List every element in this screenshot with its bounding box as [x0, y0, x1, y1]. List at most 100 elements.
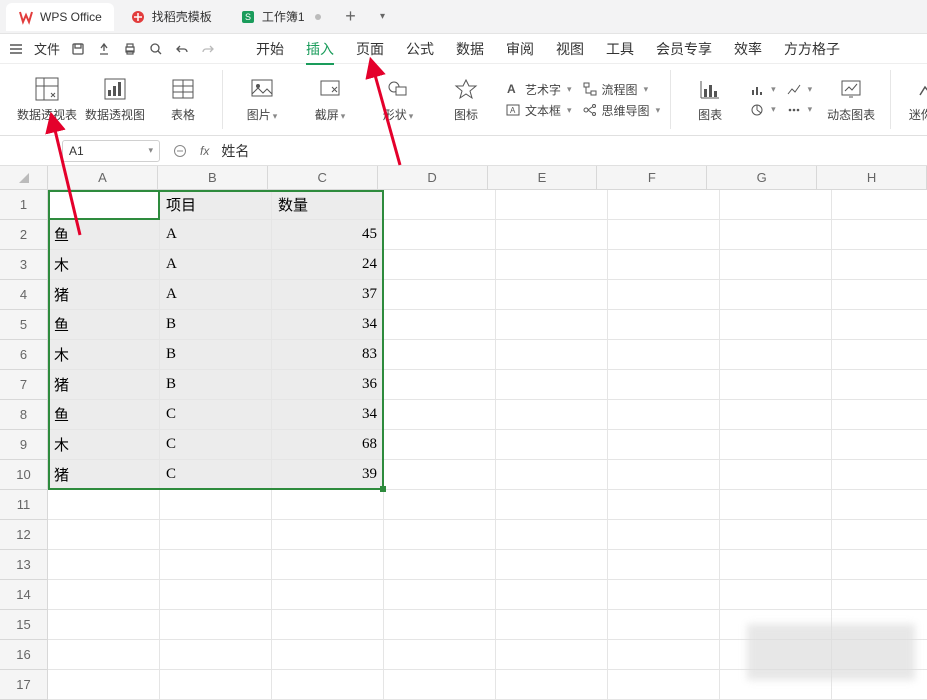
file-menu[interactable]: 文件 — [34, 39, 60, 58]
cell[interactable] — [384, 670, 496, 700]
col-header-b[interactable]: B — [158, 166, 268, 190]
cell[interactable] — [384, 280, 496, 310]
cell[interactable] — [48, 580, 160, 610]
row-header[interactable]: 9 — [0, 430, 48, 460]
cell[interactable] — [496, 340, 608, 370]
cell[interactable] — [160, 580, 272, 610]
cell[interactable] — [832, 310, 927, 340]
cell[interactable] — [496, 580, 608, 610]
cell[interactable]: 猪 — [48, 280, 160, 310]
cell[interactable] — [160, 610, 272, 640]
name-box[interactable]: A1 ▾ — [62, 140, 160, 162]
cell[interactable] — [48, 550, 160, 580]
tab-menu-button[interactable]: ▾ — [369, 3, 397, 31]
cell[interactable] — [608, 370, 720, 400]
cell[interactable] — [608, 460, 720, 490]
ribbon-tab-page[interactable]: 页面 — [356, 39, 384, 59]
cell[interactable]: A — [160, 280, 272, 310]
row-header[interactable]: 7 — [0, 370, 48, 400]
cell[interactable] — [496, 310, 608, 340]
pivot-table-button[interactable]: 数据透视表 — [18, 76, 76, 123]
cell[interactable] — [384, 400, 496, 430]
cell[interactable] — [832, 250, 927, 280]
cell[interactable] — [608, 400, 720, 430]
cell[interactable] — [384, 550, 496, 580]
row-header[interactable]: 16 — [0, 640, 48, 670]
cell[interactable]: 37 — [272, 280, 384, 310]
ribbon-tab-tools[interactable]: 工具 — [606, 39, 634, 59]
cell[interactable] — [608, 580, 720, 610]
col-header-a[interactable]: A — [48, 166, 158, 190]
cell[interactable] — [496, 520, 608, 550]
cell[interactable]: 68 — [272, 430, 384, 460]
tab-wps-office[interactable]: WPS Office — [6, 3, 114, 31]
cell[interactable] — [384, 370, 496, 400]
cell[interactable]: 24 — [272, 250, 384, 280]
chart-button[interactable]: 图表 — [681, 76, 739, 123]
cell[interactable] — [384, 190, 496, 220]
cell[interactable] — [160, 670, 272, 700]
cell[interactable]: 木 — [48, 250, 160, 280]
cell[interactable] — [720, 220, 832, 250]
tab-daoke-template[interactable]: 找稻壳模板 — [118, 3, 224, 31]
cell[interactable] — [832, 190, 927, 220]
cell[interactable] — [608, 430, 720, 460]
cell[interactable] — [720, 580, 832, 610]
cell[interactable] — [496, 400, 608, 430]
spreadsheet-grid[interactable]: A B C D E F G H 1 2 3 4 5 6 7 8 9 10 11 … — [0, 166, 927, 700]
ribbon-tab-start[interactable]: 开始 — [256, 39, 284, 59]
shapes-button[interactable]: 形状▾ — [369, 76, 427, 123]
cell[interactable] — [496, 460, 608, 490]
chart-pie-small-button[interactable]: ▾ — [749, 102, 776, 118]
cell[interactable] — [384, 310, 496, 340]
print-preview-icon[interactable] — [148, 41, 164, 57]
row-header[interactable]: 10 — [0, 460, 48, 490]
ribbon-tab-insert[interactable]: 插入 — [306, 39, 334, 59]
cell[interactable] — [496, 370, 608, 400]
new-tab-button[interactable]: + — [337, 3, 365, 31]
cell[interactable] — [272, 580, 384, 610]
save-icon[interactable] — [70, 41, 86, 57]
undo-icon[interactable] — [174, 41, 190, 57]
cell[interactable] — [496, 670, 608, 700]
cell[interactable]: 83 — [272, 340, 384, 370]
cell[interactable] — [832, 370, 927, 400]
cell[interactable] — [608, 670, 720, 700]
picture-button[interactable]: 图片▾ — [233, 76, 291, 123]
cell[interactable] — [832, 490, 927, 520]
cell[interactable] — [384, 220, 496, 250]
cell[interactable] — [160, 490, 272, 520]
cell[interactable]: 猪 — [48, 370, 160, 400]
tab-workbook-1[interactable]: S 工作簿1 — [228, 3, 333, 31]
col-header-g[interactable]: G — [707, 166, 817, 190]
cancel-formula-icon[interactable] — [172, 143, 188, 159]
cell[interactable] — [384, 460, 496, 490]
menu-icon[interactable] — [8, 41, 24, 57]
cell[interactable] — [496, 610, 608, 640]
redo-icon[interactable] — [200, 41, 216, 57]
row-header[interactable]: 6 — [0, 340, 48, 370]
cell[interactable] — [160, 550, 272, 580]
cell[interactable] — [384, 490, 496, 520]
icons-button[interactable]: 图标 — [437, 76, 495, 123]
cell[interactable] — [720, 490, 832, 520]
cell[interactable] — [720, 250, 832, 280]
cell[interactable] — [496, 640, 608, 670]
cell[interactable]: 34 — [272, 400, 384, 430]
cell[interactable]: 姓名 — [48, 190, 160, 220]
cell[interactable]: B — [160, 370, 272, 400]
cell[interactable] — [608, 610, 720, 640]
screenshot-button[interactable]: 截屏▾ — [301, 76, 359, 123]
cell[interactable] — [832, 580, 927, 610]
row-header[interactable]: 4 — [0, 280, 48, 310]
cell[interactable]: 鱼 — [48, 220, 160, 250]
row-header[interactable]: 1 — [0, 190, 48, 220]
cell[interactable] — [720, 460, 832, 490]
ribbon-tab-view[interactable]: 视图 — [556, 39, 584, 59]
pivot-chart-button[interactable]: 数据透视图 — [86, 76, 144, 123]
cell[interactable] — [384, 610, 496, 640]
cell[interactable] — [272, 610, 384, 640]
col-header-c[interactable]: C — [268, 166, 378, 190]
mindmap-button[interactable]: 思维导图▾ — [582, 102, 661, 119]
row-header[interactable]: 2 — [0, 220, 48, 250]
